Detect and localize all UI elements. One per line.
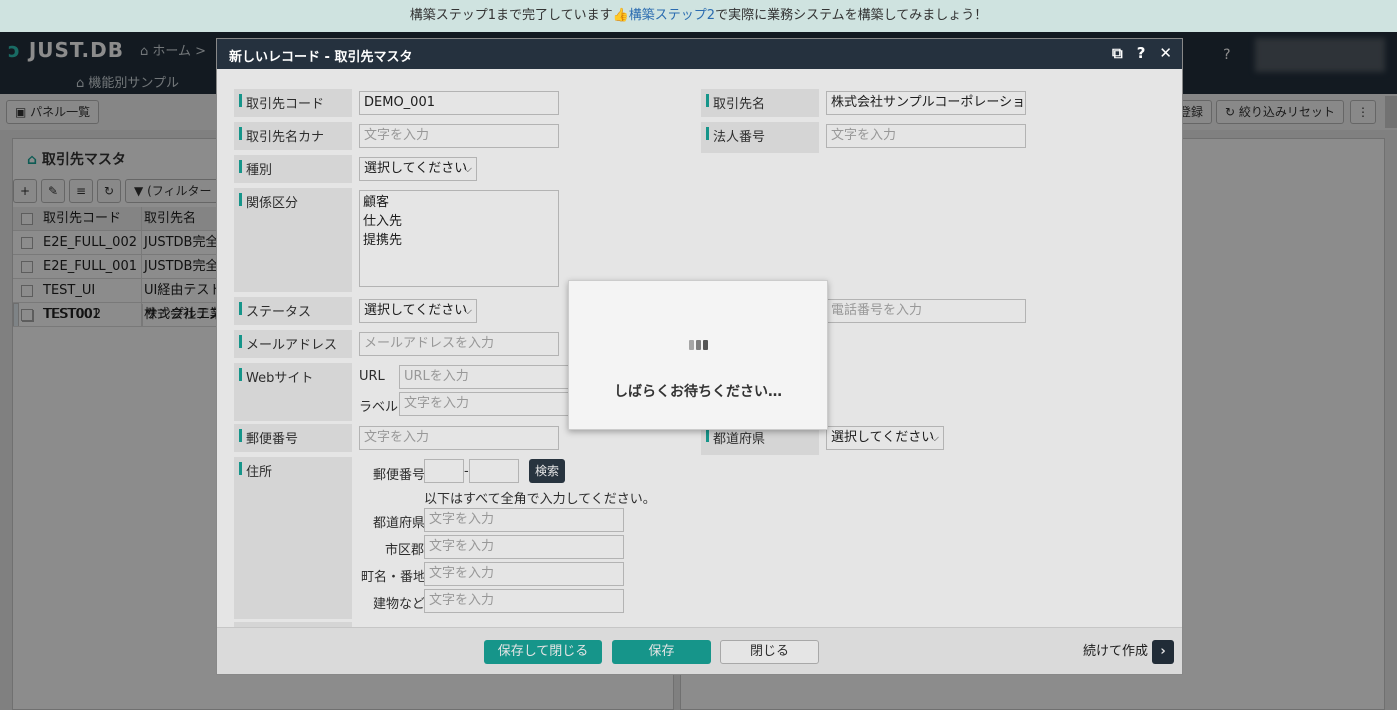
expand-icon[interactable]: ⧉: [1112, 44, 1123, 62]
loading-message: しばらくお待ちください…: [614, 384, 782, 400]
loading-dialog: しばらくお待ちください…: [568, 280, 828, 430]
thumbs-up-icon: 👍: [612, 8, 629, 23]
announcement-bar: 構築ステップ1まで完了しています👍構築ステップ2で実際に業務システムを構築してみ…: [0, 0, 1397, 32]
announcement-prefix: 構築ステップ1まで完了しています: [409, 8, 613, 23]
dialog-controls: ⧉? ✕: [1098, 44, 1172, 62]
dialog-title: 新しいレコード - 取引先マスタ: [229, 50, 413, 65]
announcement-suffix: で実際に業務システムを構築してみましょう！: [715, 8, 988, 23]
loading-spinner-icon: [687, 338, 711, 352]
close-icon[interactable]: ✕: [1159, 44, 1172, 62]
help-icon[interactable]: ?: [1137, 44, 1146, 62]
announcement-link[interactable]: 構築ステップ2: [629, 8, 715, 23]
dialog-header: 新しいレコード - 取引先マスタ ⧉? ✕: [217, 39, 1182, 69]
